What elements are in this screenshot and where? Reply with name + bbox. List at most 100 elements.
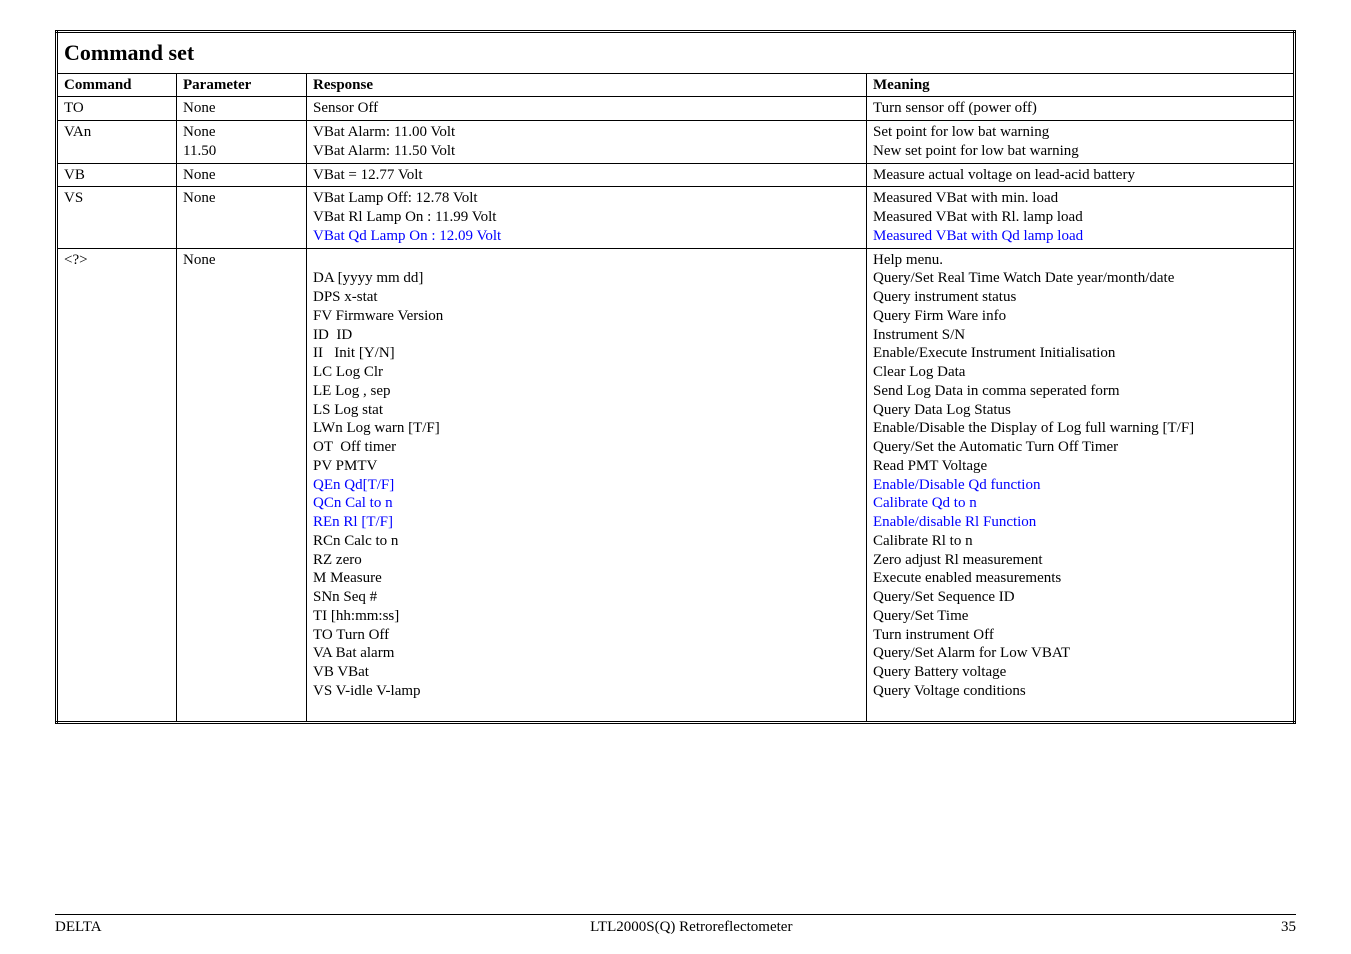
cell-parameter: None — [177, 163, 307, 187]
cell-line: None — [183, 124, 216, 140]
cell-parameter: None — [177, 97, 307, 121]
cell-line: Zero adjust Rl measurement — [873, 552, 1043, 568]
cell-command: TO — [57, 97, 177, 121]
cell-line: M Measure — [313, 570, 382, 586]
cell-line: Query Voltage conditions — [873, 683, 1026, 699]
cell-line: Query/Set Alarm for Low VBAT — [873, 645, 1070, 661]
cell-line: DA [yyyy mm dd] — [313, 270, 423, 286]
header-command: Command — [57, 73, 177, 97]
cell-line: Send Log Data in comma seperated form — [873, 383, 1120, 399]
cell-command: VB — [57, 163, 177, 187]
cell-response: VBat Alarm: 11.00 Volt VBat Alarm: 11.50 … — [307, 121, 867, 164]
cell-parameter: None11.50 — [177, 121, 307, 164]
cell-line: Enable/Disable the Display of Log full w… — [873, 420, 1194, 436]
page: Command set Command Parameter Response M… — [0, 0, 1351, 954]
footer-left: DELTA — [55, 919, 102, 936]
cell-response: VBat Lamp Off: 12.78 Volt VBat Rl Lamp On… — [307, 187, 867, 248]
cell-line: Query Battery voltage — [873, 664, 1006, 680]
cell-line: Read PMT Voltage — [873, 458, 987, 474]
cell-line: Clear Log Data — [873, 364, 965, 380]
cell-meaning: Help menu. Query/Set Real Time Watch Date… — [867, 248, 1295, 723]
table-row: TONone Sensor Off Turn sensor off (power o… — [57, 97, 1295, 121]
cell-line: Sensor Off — [313, 100, 378, 116]
cell-line: LS Log stat — [313, 402, 383, 418]
cell-line: SNn Seq # — [313, 589, 377, 605]
cell-line: Instrument S/N — [873, 327, 965, 343]
table-row: VBNone VBat = 12.77 Volt Measure actual vo… — [57, 163, 1295, 187]
table-title: Command set — [57, 32, 1295, 74]
cell-line: Turn sensor off (power off) — [873, 100, 1037, 116]
cell-line: FV Firmware Version — [313, 308, 443, 324]
cell-command: <?> — [57, 248, 177, 723]
cell-line: Query/Set Real Time Watch Date year/mont… — [873, 270, 1174, 286]
cell-meaning: Set point for low bat warning New set poi… — [867, 121, 1295, 164]
cell-line: II Init [Y/N] — [313, 345, 395, 361]
cell-line: VBat Qd Lamp On : 12.09 Volt — [313, 228, 501, 244]
cell-line: Measure actual voltage on lead-acid batt… — [873, 167, 1135, 183]
cell-line — [313, 702, 317, 718]
cell-line: OT Off timer — [313, 439, 396, 455]
cell-line: LC Log Clr — [313, 364, 383, 380]
cell-response: Sensor Off — [307, 97, 867, 121]
cell-line: Measured VBat with Rl. lamp load — [873, 209, 1083, 225]
cell-line — [313, 252, 317, 268]
cell-command: VAn — [57, 121, 177, 164]
cell-line: VA Bat alarm — [313, 645, 394, 661]
cell-line: Query instrument status — [873, 289, 1016, 305]
cell-line: Calibrate Qd to n — [873, 495, 977, 511]
cell-line: LWn Log warn [T/F] — [313, 420, 440, 436]
cell-meaning: Measure actual voltage on lead-acid batt… — [867, 163, 1295, 187]
cell-line: VBat Alarm: 11.50 Volt — [313, 143, 455, 159]
cell-line: Calibrate Rl to n — [873, 533, 973, 549]
table-row: VAnNone11.50VBat Alarm: 11.00 VoltVBat A… — [57, 121, 1295, 164]
cell-meaning: Measured VBat with min. load Measured VBa… — [867, 187, 1295, 248]
cell-line: DPS x-stat — [313, 289, 378, 305]
cell-line: VBat Lamp Off: 12.78 Volt — [313, 190, 478, 206]
table-row: <?>None DA [yyyy mm dd] DPS x-stat FV Firm… — [57, 248, 1295, 723]
cell-line: Enable/Execute Instrument Initialisation — [873, 345, 1115, 361]
cell-line: QCn Cal to n — [313, 495, 393, 511]
table-header-row: Command Parameter Response Meaning — [57, 73, 1295, 97]
cell-response: DA [yyyy mm dd] DPS x-stat FV Firmware Ver… — [307, 248, 867, 723]
cell-line: Turn instrument Off — [873, 627, 994, 643]
cell-line: TO Turn Off — [313, 627, 389, 643]
header-parameter: Parameter — [177, 73, 307, 97]
cell-response: VBat = 12.77 Volt — [307, 163, 867, 187]
cell-line: Measured VBat with Qd lamp load — [873, 228, 1083, 244]
cell-line: Query/Set Sequence ID — [873, 589, 1015, 605]
cell-line: Query/Set Time — [873, 608, 968, 624]
cell-line — [873, 702, 877, 718]
cell-meaning: Turn sensor off (power off) — [867, 97, 1295, 121]
cell-line: Measured VBat with min. load — [873, 190, 1058, 206]
cell-line: VB VBat — [313, 664, 369, 680]
cell-command: VS — [57, 187, 177, 248]
cell-line: VBat Alarm: 11.00 Volt — [313, 124, 455, 140]
header-meaning: Meaning — [867, 73, 1295, 97]
cell-line: QEn Qd[T/F] — [313, 477, 394, 493]
cell-line: TI [hh:mm:ss] — [313, 608, 399, 624]
table-row: VSNone VBat Lamp Off: 12.78 Volt VBat Rl L… — [57, 187, 1295, 248]
cell-line: Help menu. — [873, 252, 943, 268]
cell-line: Set point for low bat warning — [873, 124, 1049, 140]
cell-line: LE Log , sep — [313, 383, 390, 399]
cell-line: Query/Set the Automatic Turn Off Timer — [873, 439, 1118, 455]
cell-parameter: None — [177, 248, 307, 723]
cell-line: Query Firm Ware info — [873, 308, 1006, 324]
cell-line: Query Data Log Status — [873, 402, 1011, 418]
cell-parameter: None — [177, 187, 307, 248]
page-footer: DELTA LTL2000S(Q) Retroreflectometer 35 — [55, 914, 1296, 936]
cell-line: REn Rl [T/F] — [313, 514, 393, 530]
cell-line: Enable/Disable Qd function — [873, 477, 1040, 493]
cell-line: RZ zero — [313, 552, 362, 568]
footer-center: LTL2000S(Q) Retroreflectometer — [590, 919, 792, 936]
cell-line: VBat Rl Lamp On : 11.99 Volt — [313, 209, 496, 225]
cell-line: VBat = 12.77 Volt — [313, 167, 423, 183]
cell-line: New set point for low bat warning — [873, 143, 1079, 159]
command-set-table: Command set Command Parameter Response M… — [55, 30, 1296, 724]
cell-line: PV PMTV — [313, 458, 377, 474]
cell-line: ID ID — [313, 327, 352, 343]
cell-line: Execute enabled measurements — [873, 570, 1061, 586]
cell-line: RCn Calc to n — [313, 533, 398, 549]
header-response: Response — [307, 73, 867, 97]
footer-right: 35 — [1281, 919, 1296, 936]
